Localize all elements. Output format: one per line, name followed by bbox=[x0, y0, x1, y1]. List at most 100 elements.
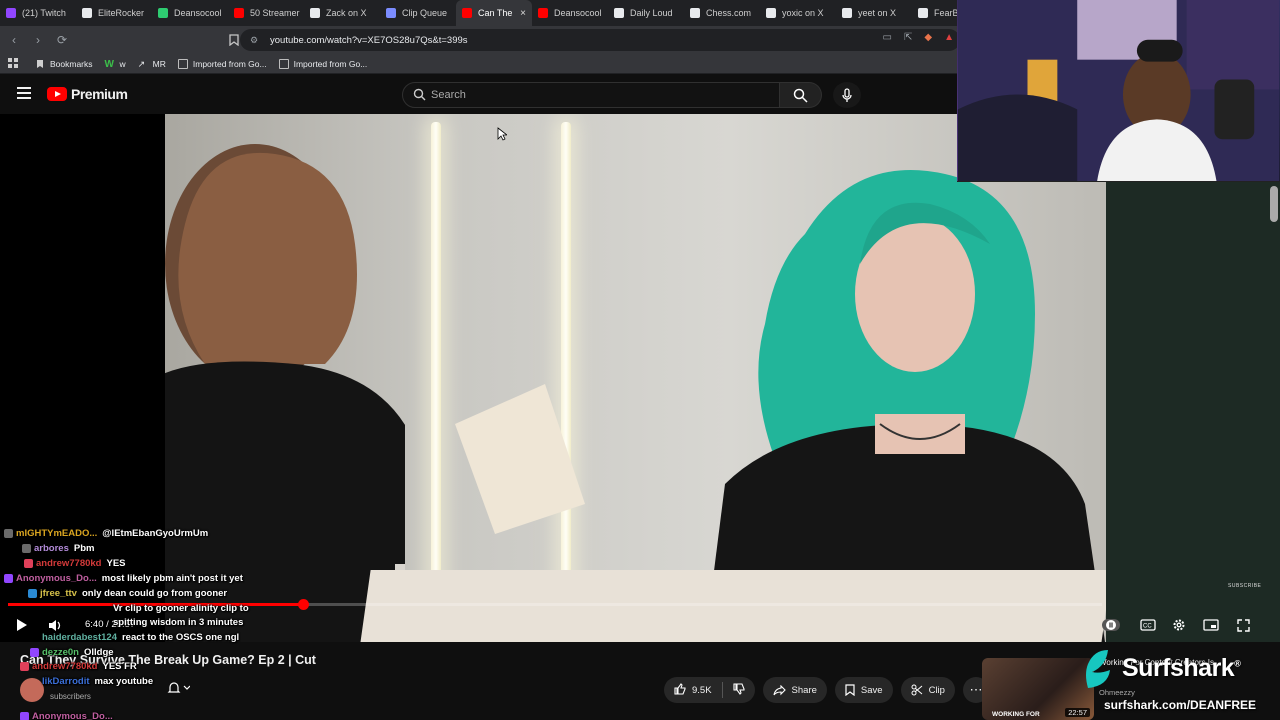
like-button[interactable]: 9.5K bbox=[664, 677, 722, 703]
captions-button[interactable]: CC bbox=[1139, 615, 1157, 635]
browser-tab[interactable]: Daily Loud bbox=[608, 0, 684, 26]
share-page-icon[interactable]: ⇱ bbox=[904, 32, 912, 43]
time-display: 6:40 / 25:57 bbox=[85, 619, 136, 630]
subscriber-count: subscribers bbox=[50, 692, 91, 701]
player-controls: 6:40 / 25:57 CC bbox=[0, 610, 1280, 640]
browser-tab[interactable]: EliteRocker bbox=[76, 0, 152, 26]
browser-tab[interactable]: Clip Queue bbox=[380, 0, 456, 26]
channel-row: subscribers bbox=[20, 676, 191, 702]
video-side-panel bbox=[1106, 114, 1280, 642]
scrollbar[interactable] bbox=[1270, 186, 1278, 222]
bookmark-icon bbox=[35, 59, 45, 69]
fullscreen-icon bbox=[1236, 618, 1250, 632]
save-playlist-icon bbox=[845, 684, 855, 696]
microphone-icon bbox=[842, 87, 852, 102]
person-right bbox=[705, 170, 1105, 642]
folder-icon bbox=[177, 58, 188, 69]
notification-bell-button[interactable] bbox=[166, 681, 191, 700]
tab-favicon-icon bbox=[538, 8, 548, 18]
fullscreen-button[interactable] bbox=[1234, 615, 1252, 635]
alert-icon[interactable]: ▲ bbox=[944, 32, 954, 43]
share-button[interactable]: Share bbox=[762, 677, 827, 703]
sponsor-overlay: WORKING FOR 22:57 Working For Content Cr… bbox=[982, 648, 1280, 720]
cast-icon[interactable]: ▭ bbox=[883, 32, 892, 43]
video-actions: 9.5K Share Save Clip ⋯ bbox=[664, 677, 989, 703]
like-count: 9.5K bbox=[692, 684, 712, 696]
progress-bar[interactable] bbox=[8, 599, 1102, 610]
bookmark-folder[interactable]: Imported from Go... bbox=[278, 58, 367, 69]
sponsor-brand: Surfshark® bbox=[1122, 654, 1241, 682]
bookmarks-bar: Bookmarks W w ↗ MR Imported from Go... I… bbox=[0, 54, 960, 74]
volume-button[interactable] bbox=[45, 615, 65, 635]
youtube-logo[interactable]: Premium bbox=[47, 86, 128, 102]
video-player[interactable]: SUBSCRIBE 6:40 / 25:57 CC bbox=[0, 114, 1280, 642]
search-button[interactable] bbox=[780, 82, 822, 108]
tab-label: Chess.com bbox=[706, 8, 752, 18]
chat-username[interactable]: Anonymous_Do... bbox=[32, 711, 113, 720]
thumbnail-text: WORKING FOR bbox=[992, 711, 1040, 718]
subscribe-watermark[interactable]: SUBSCRIBE bbox=[1228, 583, 1261, 589]
bookmark-item[interactable]: W w bbox=[104, 58, 126, 70]
w-icon: W bbox=[104, 58, 114, 70]
bookmark-item[interactable]: Bookmarks bbox=[35, 59, 93, 69]
tab-favicon-icon bbox=[690, 8, 700, 18]
miniplayer-button[interactable] bbox=[1202, 615, 1220, 635]
avatar[interactable] bbox=[20, 678, 44, 702]
reload-icon[interactable]: ⟳ bbox=[52, 30, 72, 50]
tab-favicon-icon bbox=[310, 8, 320, 18]
youtube-play-icon bbox=[47, 87, 67, 101]
browser-tab[interactable]: Zack on X bbox=[304, 0, 380, 26]
tab-label: Zack on X bbox=[326, 8, 367, 18]
browser-tab[interactable]: Can The × bbox=[456, 0, 532, 26]
url-field[interactable]: ⚙ youtube.com/watch?v=XE7OS28u7Qs&t=399s bbox=[240, 29, 960, 51]
tab-label: Deansocool bbox=[554, 8, 602, 18]
tab-favicon-icon bbox=[6, 8, 16, 18]
browser-tab[interactable]: Deansocool bbox=[152, 0, 228, 26]
browser-tab[interactable]: FearB bbox=[912, 0, 960, 26]
chat-message: Anonymous_Do... bbox=[4, 709, 118, 720]
settings-button[interactable] bbox=[1170, 615, 1188, 635]
gear-icon bbox=[1173, 619, 1185, 631]
tab-label: FearB bbox=[934, 8, 959, 18]
dislike-button[interactable] bbox=[723, 677, 755, 703]
save-button[interactable]: Save bbox=[834, 677, 893, 703]
autoplay-toggle[interactable] bbox=[1102, 615, 1120, 635]
forward-icon[interactable]: › bbox=[28, 30, 48, 50]
search-input[interactable]: Search bbox=[402, 82, 780, 108]
bookmark-item[interactable]: ↗ MR bbox=[138, 59, 166, 69]
youtube-brand: Premium bbox=[71, 86, 128, 102]
browser-tab[interactable]: yeet on X bbox=[836, 0, 912, 26]
progress-fill bbox=[8, 603, 304, 606]
url-text: youtube.com/watch?v=XE7OS28u7Qs&t=399s bbox=[270, 34, 468, 46]
like-dislike-group: 9.5K bbox=[664, 677, 755, 703]
site-info-icon[interactable]: ⚙ bbox=[250, 35, 258, 46]
search-icon bbox=[793, 88, 808, 103]
clip-button[interactable]: Clip bbox=[900, 677, 955, 703]
browser-tab[interactable]: Deansocool bbox=[532, 0, 608, 26]
light-tube bbox=[561, 122, 571, 642]
tab-favicon-icon bbox=[386, 8, 396, 18]
extension-icon[interactable]: ◆ bbox=[924, 32, 932, 43]
tab-label: Deansocool bbox=[174, 8, 222, 18]
thumbs-up-icon bbox=[674, 682, 686, 698]
voice-search-button[interactable] bbox=[833, 82, 861, 108]
browser-tab[interactable]: (21) Twitch bbox=[0, 0, 76, 26]
mouse-cursor-icon bbox=[497, 127, 507, 141]
browser-tab[interactable]: 50 Streamer bbox=[228, 0, 304, 26]
video-title: Can They Survive The Break Up Game? Ep 2… bbox=[20, 653, 316, 667]
captions-icon: CC bbox=[1140, 619, 1156, 631]
pause-icon bbox=[1102, 619, 1120, 631]
hamburger-menu-icon[interactable] bbox=[17, 87, 31, 99]
play-button[interactable] bbox=[12, 615, 32, 635]
tab-favicon-icon bbox=[766, 8, 776, 18]
browser-tab[interactable]: Chess.com bbox=[684, 0, 760, 26]
svg-text:CC: CC bbox=[1143, 624, 1152, 630]
apps-icon[interactable] bbox=[8, 58, 19, 69]
close-tab-icon[interactable]: × bbox=[520, 8, 526, 19]
bookmark-folder[interactable]: Imported from Go... bbox=[177, 58, 267, 69]
recommended-video-thumbnail[interactable]: WORKING FOR 22:57 bbox=[982, 658, 1094, 720]
back-icon[interactable]: ‹ bbox=[4, 30, 24, 50]
browser-tab[interactable]: yoxic on X bbox=[760, 0, 836, 26]
tab-label: 50 Streamer bbox=[250, 8, 300, 18]
browser-tab-bar: (21) Twitch EliteRocker Deansocool 50 Strea… bbox=[0, 0, 960, 26]
